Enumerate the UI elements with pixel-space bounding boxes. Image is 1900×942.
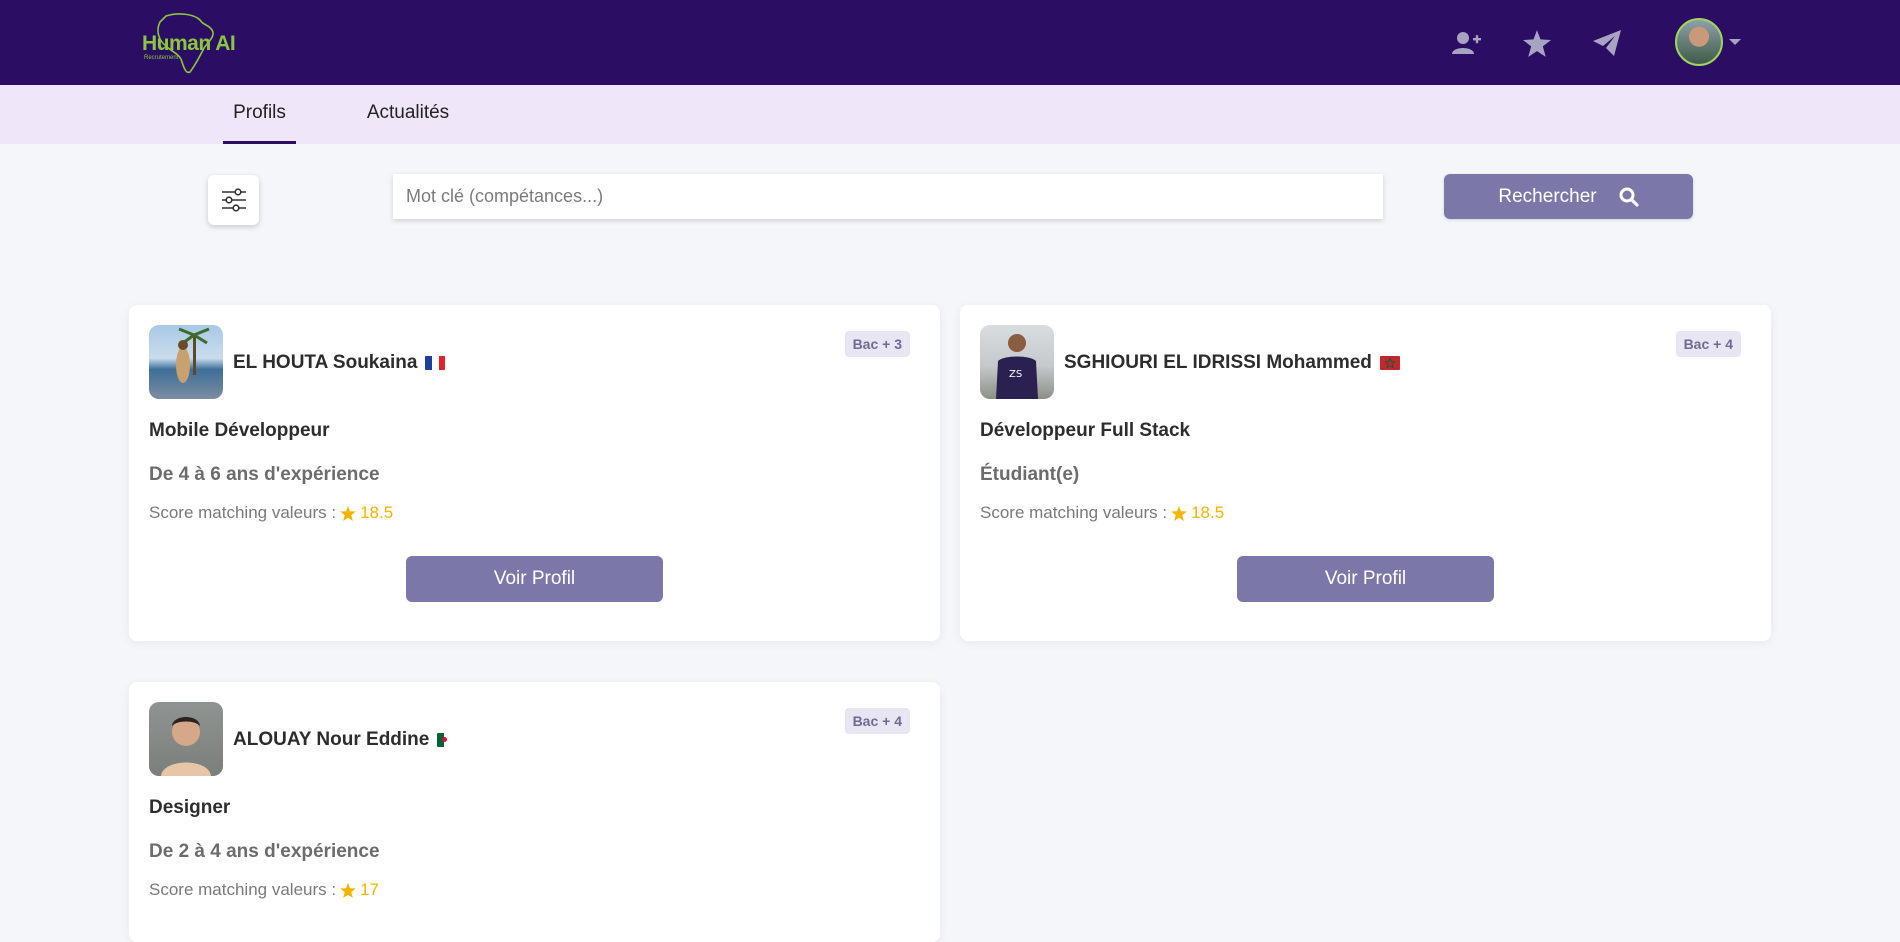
search-button[interactable]: Rechercher [1444,174,1693,219]
profile-photo [149,702,223,776]
logo[interactable]: Human AI Recrutement [138,12,238,76]
france-flag-icon [425,356,446,370]
sliders-icon [221,188,246,212]
paper-plane-icon[interactable] [1590,26,1624,60]
profile-card: EL HOUTA Soukaina Bac + 3 Mobile Dévelop… [129,305,940,641]
chevron-down-icon[interactable] [1729,39,1741,45]
degree-badge: Bac + 3 [844,331,910,357]
experience-text: Étudiant(e) [980,464,1080,485]
profile-photo [149,325,223,399]
morocco-flag-icon [1379,356,1400,370]
add-user-icon[interactable] [1450,26,1484,60]
profile-name: ALOUAY Nour Eddine [233,729,452,751]
star-icon [340,505,356,521]
matching-score: Score matching valeurs : 17 [149,880,380,899]
job-title: Développeur Full Stack [980,420,1191,441]
star-icon [1171,505,1187,521]
profile-name: EL HOUTA Soukaina [233,352,446,374]
svg-text:ZS: ZS [1009,369,1022,380]
tab-profils[interactable]: Profils [223,85,296,144]
search-icon [1619,187,1639,207]
star-icon [340,882,356,898]
tab-actualites[interactable]: Actualités [365,85,451,144]
sub-navbar: Profils Actualités [0,85,1900,144]
score-value: 18.5 [1191,503,1225,522]
logo-subtext: Recrutement [144,55,179,61]
experience-text: De 4 à 6 ans d'expérience [149,464,380,485]
search-button-label: Rechercher [1498,185,1597,207]
view-profile-button[interactable]: Voir Profil [406,556,663,602]
score-value: 18.5 [360,503,394,522]
search-input[interactable] [393,174,1383,219]
job-title: Designer [149,797,231,818]
score-value: 17 [360,880,380,899]
profile-card: ALOUAY Nour Eddine Bac + 4 Designer De 2… [129,682,940,942]
degree-badge: Bac + 4 [844,708,910,734]
matching-score: Score matching valeurs : 18.5 [149,503,394,522]
view-profile-button[interactable]: Voir Profil [1237,556,1494,602]
profile-name: SGHIOURI EL IDRISSI Mohammed [1064,352,1400,374]
filter-button[interactable] [208,175,259,225]
job-title: Mobile Développeur [149,420,330,441]
algeria-flag-icon [437,733,452,747]
profile-card: ZS SGHIOURI EL IDRISSI Mohammed Bac + 4 … [960,305,1771,641]
degree-badge: Bac + 4 [1675,331,1741,357]
logo-text: Human AI [142,32,236,55]
matching-score: Score matching valeurs : 18.5 [980,503,1225,522]
star-icon[interactable] [1520,26,1554,60]
user-avatar[interactable] [1675,18,1723,66]
experience-text: De 2 à 4 ans d'expérience [149,841,380,862]
profile-photo: ZS [980,325,1054,399]
top-navbar: Human AI Recrutement [0,0,1900,85]
